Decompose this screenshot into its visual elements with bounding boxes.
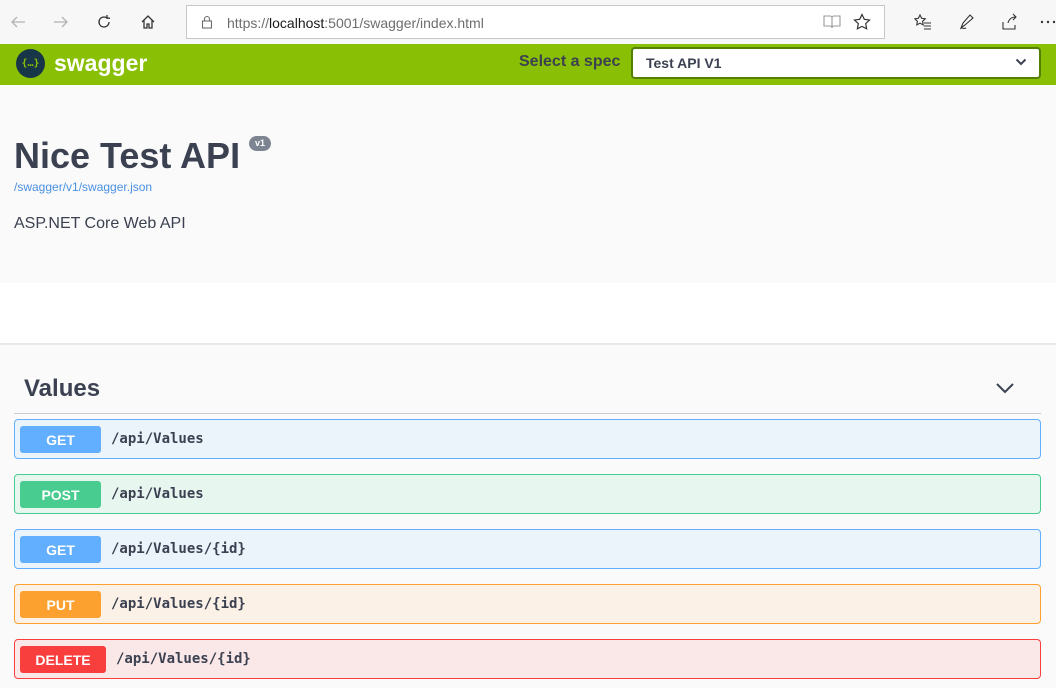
chevron-down-icon <box>996 383 1014 394</box>
method-badge: GET <box>20 426 101 453</box>
address-bar[interactable]: https://localhost:5001/swagger/index.htm… <box>186 5 885 39</box>
operation-path: /api/Values/{id} <box>111 596 246 612</box>
home-icon <box>141 15 155 29</box>
operation-path: /api/Values/{id} <box>116 651 251 667</box>
tag-collapse-button[interactable] <box>992 376 1018 400</box>
spec-select[interactable]: Test API V1 <box>631 47 1041 79</box>
swagger-logo-text[interactable]: swagger <box>54 50 147 77</box>
operation-path: /api/Values <box>111 486 204 502</box>
pen-icon <box>959 14 974 30</box>
api-title: Nice Test API <box>14 135 241 176</box>
refresh-button[interactable] <box>90 8 118 36</box>
method-badge: POST <box>20 481 101 508</box>
forward-arrow-icon <box>54 16 68 28</box>
back-button[interactable] <box>4 8 32 36</box>
home-button[interactable] <box>134 8 162 36</box>
operation-get-value-by-id[interactable]: GET /api/Values/{id} <box>14 529 1041 569</box>
operations-area <box>0 345 1056 688</box>
spec-select-value: Test API V1 <box>646 55 722 71</box>
address-url: https://localhost:5001/swagger/index.htm… <box>227 15 484 31</box>
reading-view-icon[interactable] <box>823 14 841 30</box>
lock-icon <box>201 15 213 29</box>
version-badge: v1 <box>249 136 272 151</box>
method-badge: GET <box>20 536 101 563</box>
spec-select-label: Select a spec <box>519 53 621 70</box>
operation-put-value-by-id[interactable]: PUT /api/Values/{id} <box>14 584 1041 624</box>
back-arrow-icon <box>11 16 25 28</box>
more-dots-icon <box>1040 20 1056 24</box>
tag-underline <box>14 413 1041 414</box>
method-badge: PUT <box>20 591 101 618</box>
api-info: Nice Test API v1 /swagger/v1/swagger.jso… <box>0 85 1056 283</box>
method-badge: DELETE <box>20 646 106 673</box>
share-button[interactable] <box>998 10 1022 34</box>
chevron-down-icon <box>1015 58 1027 66</box>
operation-path: /api/Values/{id} <box>111 541 246 557</box>
favorite-star-icon[interactable] <box>853 13 871 31</box>
operation-path: /api/Values <box>111 431 204 447</box>
favorites-button[interactable] <box>911 10 935 34</box>
refresh-icon <box>98 15 110 28</box>
api-description: ASP.NET Core Web API <box>14 215 186 232</box>
more-button[interactable] <box>1036 10 1056 34</box>
swagger-logo-icon: {…} <box>16 49 45 78</box>
forward-button[interactable] <box>47 8 75 36</box>
notes-button[interactable] <box>955 10 979 34</box>
operation-get-values[interactable]: GET /api/Values <box>14 419 1041 459</box>
favorites-list-icon <box>914 13 931 30</box>
tag-title[interactable]: Values <box>24 375 100 403</box>
operation-delete-value-by-id[interactable]: DELETE /api/Values/{id} <box>14 639 1041 679</box>
operation-post-values[interactable]: POST /api/Values <box>14 474 1041 514</box>
swagger-topbar: {…} swagger Select a spec Test API V1 <box>0 44 1056 85</box>
share-icon <box>1002 13 1017 30</box>
swagger-json-link[interactable]: /swagger/v1/swagger.json <box>14 180 152 194</box>
browser-toolbar: https://localhost:5001/swagger/index.htm… <box>0 0 1056 44</box>
